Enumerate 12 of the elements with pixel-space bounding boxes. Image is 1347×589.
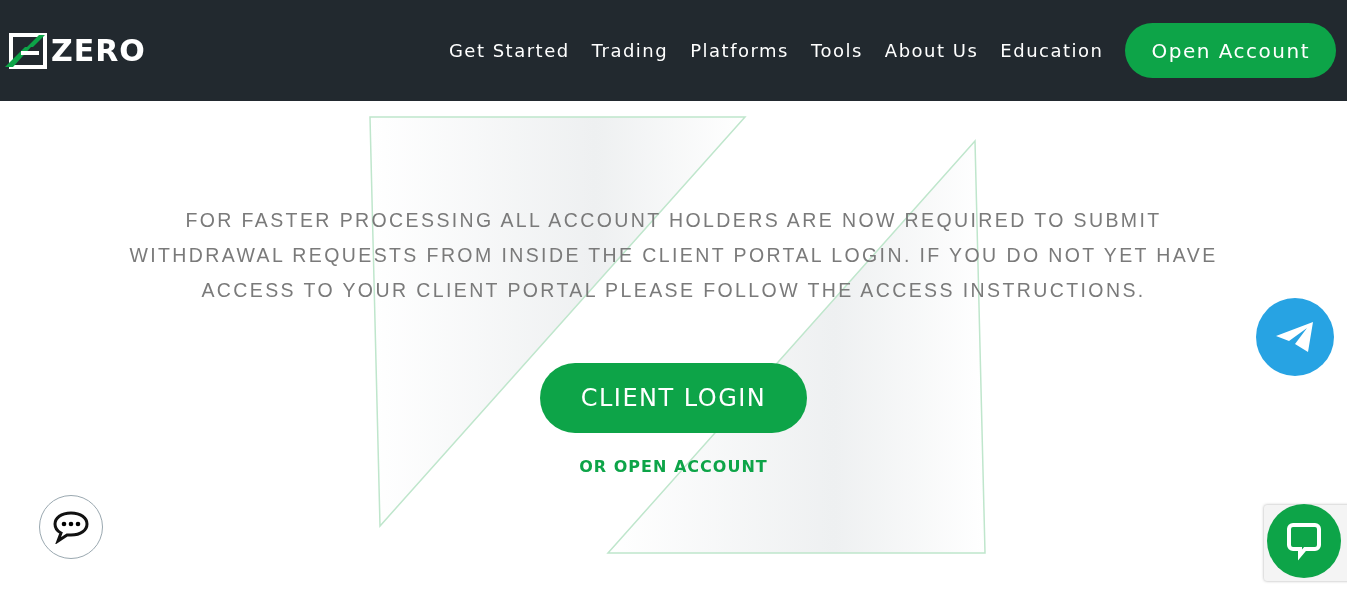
nav-link[interactable]: Education	[1000, 40, 1104, 61]
nav-link[interactable]: Trading	[591, 40, 669, 61]
notice-text: FOR FASTER PROCESSING ALL ACCOUNT HOLDERS ARE NOW REQUIRED TO SUBMIT WITHDRAWAL REQUESTS FROM INSIDE THE CLIENT PORTAL LOGIN. IF YOU DO NOT YET HAVE ACCESS TO YOUR CLIENT PORTAL PLEASE FOLLOW THE ACCESS INSTRUCTIONS.	[128, 208, 1219, 303]
nav-link[interactable]: Platforms	[690, 40, 789, 61]
nav-link[interactable]: Get Started	[448, 40, 570, 61]
nav-link[interactable]: About Us	[884, 40, 979, 61]
speech-bubble-icon	[1285, 521, 1323, 561]
nav-link[interactable]: Tools	[811, 40, 863, 61]
logo-text: ZERO	[51, 35, 146, 66]
chat-bubble-icon	[52, 510, 90, 544]
paper-plane-icon	[1275, 320, 1315, 354]
logo-icon	[3, 32, 47, 69]
